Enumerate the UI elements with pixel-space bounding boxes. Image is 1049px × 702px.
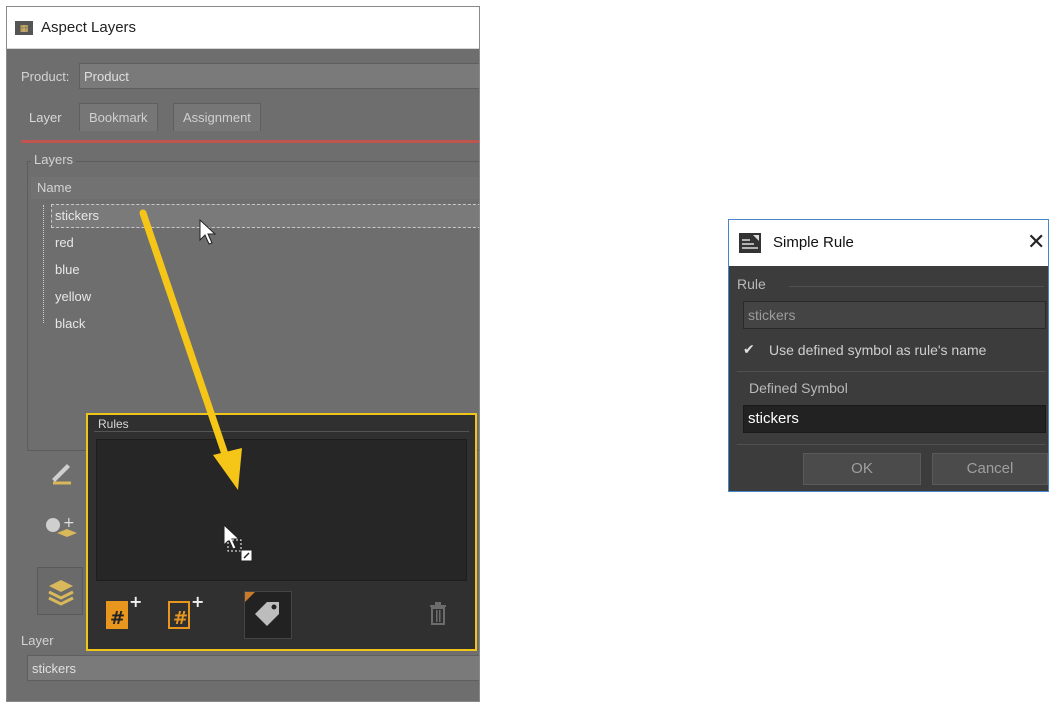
buttons-separator [737,444,1046,445]
dialog-title-bar: Simple Rule ✕ [729,220,1048,266]
defined-symbol-field[interactable]: stickers [743,405,1046,433]
rule-name-field[interactable]: stickers [743,301,1046,329]
use-symbol-checkbox-label: Use defined symbol as rule's name [769,342,987,358]
drag-arrow-head [213,448,242,490]
simple-rule-dialog: Simple Rule ✕ Rule stickers ✔ Use define… [728,219,1049,492]
mouse-cursor-icon [199,218,217,245]
ok-button[interactable]: OK [803,453,921,485]
drag-arrow-shaft [139,209,232,467]
simple-rule-icon [739,233,761,256]
section-separator [737,371,1046,372]
defined-symbol-label: Defined Symbol [749,380,848,396]
use-symbol-checkbox[interactable]: ✔ [743,342,757,356]
dialog-title: Simple Rule [773,234,854,251]
close-icon[interactable]: ✕ [1027,229,1045,255]
rule-separator [789,286,1044,287]
drag-cursor-icon [223,523,253,562]
rule-label: Rule [737,276,766,292]
cancel-button[interactable]: Cancel [932,453,1048,485]
